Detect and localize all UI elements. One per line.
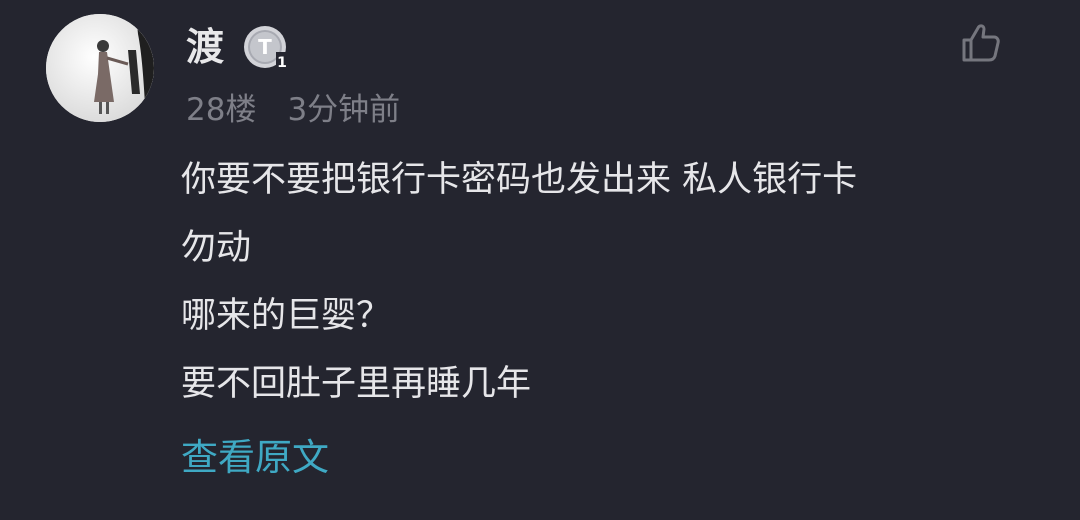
like-button[interactable] xyxy=(958,20,1004,66)
view-original-link[interactable]: 查看原文 xyxy=(181,430,329,486)
badge-level: 1 xyxy=(277,55,287,71)
floor-number: 28楼 xyxy=(186,92,257,128)
comment-line: 你要不要把银行卡密码也发出来 私人银行卡 xyxy=(181,160,858,200)
level-badge-icon: T 1 xyxy=(240,22,290,72)
avatar[interactable] xyxy=(46,14,154,122)
badge-letter: T xyxy=(258,35,272,59)
comment-line: 要不回肚子里再睡几年 xyxy=(181,364,532,404)
timestamp: 3分钟前 xyxy=(287,92,401,128)
comment-body: 你要不要把银行卡密码也发出来 私人银行卡 勿动 哪来的巨婴？ 要不回肚子里再睡几… xyxy=(181,146,1041,418)
username[interactable]: 渡 xyxy=(186,21,224,73)
comment-card: 渡 T 1 28楼 3分钟前 你要不要把银行卡密码也发出来 私人银行卡 勿动 哪来… xyxy=(0,0,1080,520)
comment-meta: 28楼 3分钟前 xyxy=(186,88,400,132)
comment-line: 哪来的巨婴？ xyxy=(181,296,392,336)
comment-line: 勿动 xyxy=(181,228,252,268)
thumbs-up-icon xyxy=(962,24,1000,62)
